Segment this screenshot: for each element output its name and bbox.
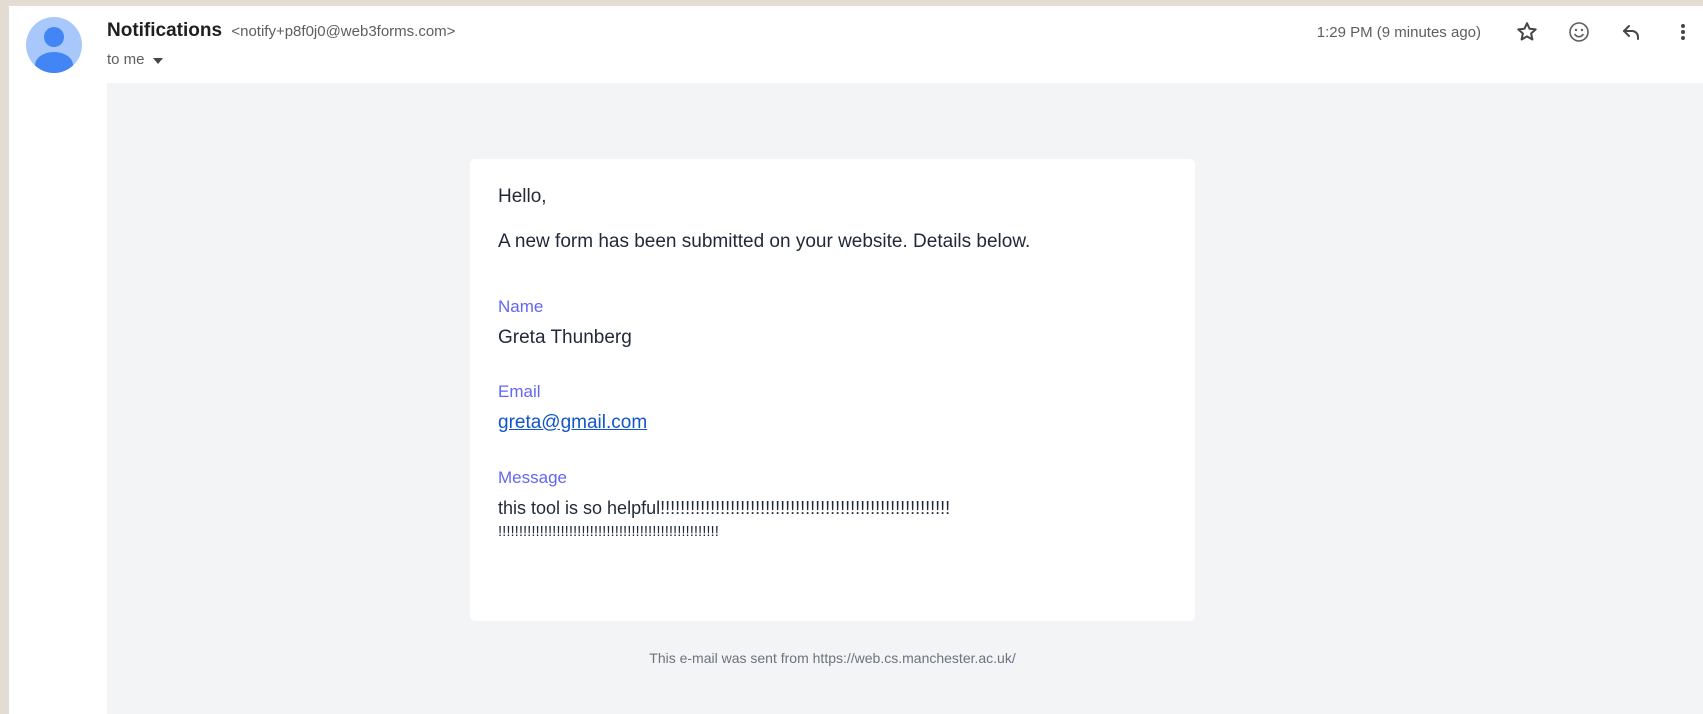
greeting-text: Hello,	[498, 186, 547, 207]
sender-line: Notifications <notify+p8f0j0@web3forms.c…	[107, 20, 455, 42]
reply-icon	[1623, 25, 1639, 40]
email-field-value: greta@gmail.com	[498, 411, 1167, 436]
email-link[interactable]: greta@gmail.com	[498, 412, 647, 433]
message-field-value: this tool is so helpful!!!!!!!!!!!!!!!!!…	[498, 496, 1167, 542]
more-vert-icon	[1681, 24, 1685, 40]
star-button[interactable]	[1507, 12, 1547, 52]
message-actions: 1:29 PM (9 minutes ago)	[1317, 12, 1703, 52]
intro-text: A new form has been submitted on your we…	[498, 230, 1031, 252]
message-line-1: this tool is so helpful!!!!!!!!!!!!!!!!!…	[498, 497, 951, 518]
message-field-label: Message	[498, 467, 567, 487]
form-submission-card: Hello, A new form has been submitted on …	[470, 159, 1195, 621]
message-line-2: !!!!!!!!!!!!!!!!!!!!!!!!!!!!!!!!!!!!!!!!…	[498, 523, 719, 541]
recipient-details-toggle[interactable]: to me	[107, 51, 163, 68]
email-field-label: Email	[498, 382, 541, 402]
sender-avatar[interactable]	[26, 17, 82, 73]
sender-email: <notify+p8f0j0@web3forms.com>	[231, 23, 456, 40]
caret-down-icon	[152, 57, 163, 64]
sender-name[interactable]: Notifications	[107, 20, 222, 41]
person-avatar-icon	[44, 27, 64, 47]
star-icon	[1517, 22, 1537, 41]
more-options-button[interactable]	[1663, 12, 1703, 52]
recipient-label: to me	[107, 51, 145, 68]
emoji-icon	[1569, 22, 1589, 42]
email-view: Notifications <notify+p8f0j0@web3forms.c…	[9, 6, 1703, 714]
name-field-label: Name	[498, 297, 544, 317]
message-timestamp: 1:29 PM (9 minutes ago)	[1316, 23, 1481, 41]
footer-note: This e-mail was sent from https://web.cs…	[649, 650, 1016, 666]
add-reaction-button[interactable]	[1559, 12, 1599, 52]
name-field-value: Greta Thunberg	[498, 326, 632, 348]
reply-button[interactable]	[1611, 12, 1651, 52]
